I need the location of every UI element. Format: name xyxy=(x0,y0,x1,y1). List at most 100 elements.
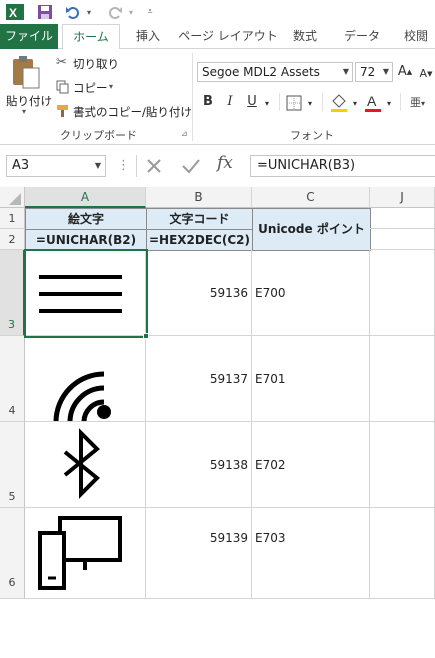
redo-dropdown-icon: ▾ xyxy=(128,7,133,17)
tab-review[interactable]: 校閲 xyxy=(396,24,435,49)
font-color-dropdown-icon[interactable]: ▾ xyxy=(384,94,394,114)
cell-b4[interactable]: 59137 xyxy=(146,336,252,422)
cell-a5[interactable] xyxy=(25,422,146,508)
row-header-3[interactable]: 3 xyxy=(0,250,25,336)
excel-icon: X xyxy=(6,3,24,21)
formula-bar: A3 ▼ ⋮ fx =UNICHAR(B3) xyxy=(0,150,435,182)
bold-button[interactable]: B xyxy=(200,92,216,112)
redo-icon[interactable] xyxy=(106,3,124,21)
underline-button[interactable]: U xyxy=(244,92,260,112)
tab-insert[interactable]: 挿入 xyxy=(124,24,172,49)
cell-a4[interactable] xyxy=(25,336,146,422)
cut-icon: ✂ xyxy=(56,55,67,70)
row-header-6[interactable]: 6 xyxy=(0,508,25,599)
svg-text:X: X xyxy=(9,6,17,20)
cell-b2[interactable]: =HEX2DEC(C2) xyxy=(146,229,253,251)
cell-c3[interactable]: E700 xyxy=(252,250,370,336)
phonetic-icon[interactable]: 亜▾ xyxy=(410,93,434,113)
column-header-a[interactable]: A xyxy=(25,187,146,208)
cell-b1[interactable]: 文字コード xyxy=(146,208,253,230)
cell-a6[interactable] xyxy=(25,508,146,599)
grow-font-icon[interactable]: A▲ xyxy=(397,62,413,82)
borders-icon[interactable] xyxy=(286,95,302,111)
cell-j4[interactable] xyxy=(370,336,435,422)
ribbon: 貼り付け ▾ ✂ 切り取り コピー ▾ 書式のコピー/貼り付け クリップボード … xyxy=(0,49,435,145)
italic-button[interactable]: I xyxy=(222,92,238,112)
active-cell-border xyxy=(24,249,148,338)
svg-text:A: A xyxy=(367,93,377,109)
cell-a1[interactable]: 絵文字 xyxy=(25,208,147,230)
underline-dropdown-icon[interactable]: ▾ xyxy=(262,94,272,114)
format-painter-button[interactable]: 書式のコピー/貼り付け xyxy=(73,104,192,120)
copy-icon xyxy=(56,80,70,94)
clipboard-launcher-icon[interactable]: ⊿ xyxy=(181,129,188,138)
clipboard-group-label: クリップボード xyxy=(60,129,137,142)
cut-button[interactable]: 切り取り xyxy=(73,56,119,72)
tab-formulas[interactable]: 数式 xyxy=(284,24,326,49)
cell-a2[interactable]: =UNICHAR(B2) xyxy=(25,229,147,251)
row-header-2[interactable]: 2 xyxy=(0,229,25,250)
cell-b3[interactable]: 59136 xyxy=(146,250,252,336)
copy-dropdown-icon[interactable]: ▾ xyxy=(109,82,113,91)
column-header-b[interactable]: B xyxy=(146,187,252,208)
devices-icon xyxy=(38,516,122,590)
shrink-font-icon[interactable]: A▼ xyxy=(418,64,434,84)
divider xyxy=(136,155,137,177)
name-box-dropdown-icon[interactable]: ▼ xyxy=(95,156,101,176)
cancel-icon[interactable] xyxy=(145,157,163,175)
button-separator xyxy=(322,93,323,111)
fill-color-icon[interactable] xyxy=(330,93,348,113)
tab-page-layout[interactable]: ページ レイアウト xyxy=(178,24,278,49)
cell-j5[interactable] xyxy=(370,422,435,508)
column-header-c[interactable]: C xyxy=(252,187,370,208)
cell-j6[interactable] xyxy=(370,508,435,599)
customize-icon[interactable]: ⩡ xyxy=(144,3,156,21)
copy-button[interactable]: コピー xyxy=(73,80,108,96)
row-header-1[interactable]: 1 xyxy=(0,208,25,229)
font-name-value: Segoe MDL2 Assets xyxy=(202,65,320,79)
borders-dropdown-icon[interactable]: ▾ xyxy=(305,94,315,114)
save-icon[interactable] xyxy=(36,3,54,21)
row-header-4[interactable]: 4 xyxy=(0,336,25,422)
tab-home[interactable]: ホーム xyxy=(62,24,120,50)
font-size-combo[interactable]: 72 ▼ xyxy=(355,62,393,82)
font-name-combo[interactable]: Segoe MDL2 Assets ▼ xyxy=(197,62,353,82)
fill-color-dropdown-icon[interactable]: ▾ xyxy=(350,94,360,114)
cell-c6[interactable]: E703 xyxy=(252,508,370,599)
ribbon-tabs: ファイル ホーム 挿入 ページ レイアウト 数式 データ 校閲 xyxy=(0,24,435,50)
button-separator xyxy=(279,93,280,111)
tab-data[interactable]: データ xyxy=(336,24,388,49)
undo-dropdown-icon[interactable]: ▾ xyxy=(84,3,94,21)
name-box-value: A3 xyxy=(12,158,30,173)
row-header-5[interactable]: 5 xyxy=(0,422,25,508)
cell-c1[interactable]: Unicode ポイント xyxy=(252,208,371,251)
select-all-corner[interactable] xyxy=(0,187,25,208)
font-color-icon[interactable]: A xyxy=(364,93,382,113)
font-size-dropdown-icon[interactable]: ▼ xyxy=(380,63,392,81)
insert-function-button[interactable]: fx xyxy=(217,153,233,173)
format-painter-icon xyxy=(56,104,70,118)
fill-handle[interactable] xyxy=(143,333,149,339)
cell-b6[interactable]: 59139 xyxy=(146,508,252,599)
group-separator xyxy=(192,53,193,141)
cell-j3[interactable] xyxy=(370,250,435,336)
cell-c5[interactable]: E702 xyxy=(252,422,370,508)
quick-access-toolbar: X ▾ ▾ ⩡ xyxy=(0,0,435,24)
cell-j1[interactable] xyxy=(370,208,435,229)
font-name-dropdown-icon[interactable]: ▼ xyxy=(340,63,352,81)
paste-dropdown-icon[interactable]: ▾ xyxy=(22,107,26,116)
cell-c4[interactable]: E701 xyxy=(252,336,370,422)
worksheet-grid: A B C J 1 2 3 4 5 6 絵文字 文字コード Unicode ポイ… xyxy=(0,187,435,599)
button-separator xyxy=(400,93,401,111)
undo-icon[interactable] xyxy=(64,3,82,21)
paste-icon[interactable] xyxy=(10,55,42,91)
column-header-j[interactable]: J xyxy=(370,187,435,208)
tab-file[interactable]: ファイル xyxy=(0,24,58,49)
enter-icon[interactable] xyxy=(181,157,201,175)
name-box[interactable]: A3 ▼ xyxy=(6,155,106,177)
cell-b5[interactable]: 59138 xyxy=(146,422,252,508)
cell-j2[interactable] xyxy=(370,229,435,250)
more-options-icon[interactable]: ⋮ xyxy=(117,157,130,175)
paste-button[interactable]: 貼り付け xyxy=(6,93,52,109)
formula-input[interactable]: =UNICHAR(B3) xyxy=(250,155,435,177)
